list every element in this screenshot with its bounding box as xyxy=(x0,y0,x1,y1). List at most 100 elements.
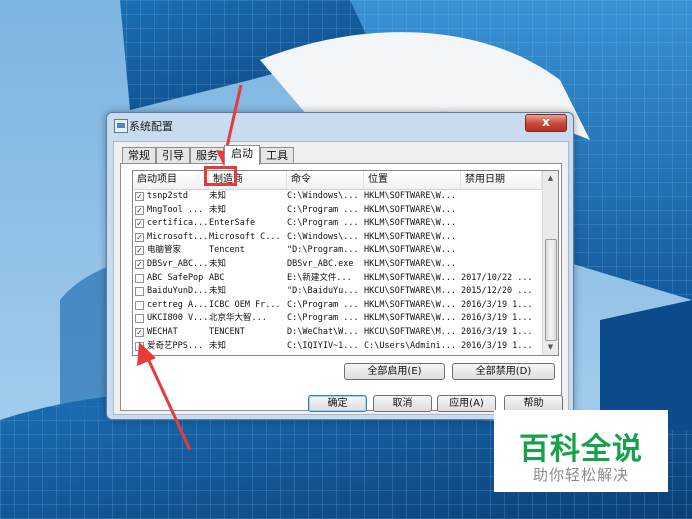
row-checkbox[interactable]: ✓ xyxy=(135,259,144,269)
tab-tools[interactable]: 工具 xyxy=(260,147,294,164)
cell-location: HKLM\SOFTWARE\W... xyxy=(364,191,457,201)
cell-date xyxy=(461,204,541,218)
cell-date: 2015/12/20 ... xyxy=(461,286,533,297)
tab-general[interactable]: 常规 xyxy=(122,147,156,164)
cell-date xyxy=(461,258,541,272)
cell-maker: TENCENT xyxy=(209,326,245,337)
cell-command: C:\Program ... xyxy=(287,313,359,324)
column-startup-item[interactable]: 启动项目 xyxy=(133,171,209,189)
row-checkbox[interactable]: ✓ xyxy=(135,246,144,256)
cell-date: 2016/3/19 1... xyxy=(461,340,533,351)
cell-command: C:\Windows\... xyxy=(287,231,359,242)
table-row[interactable]: ✓ DBSvr_ABC... 未知 DBSvr_ABC.exe HKLM\SOFTWAR… xyxy=(133,258,542,272)
cell-maker: Tencent xyxy=(209,245,245,256)
apply-button[interactable]: 应用(A) xyxy=(437,395,496,412)
cell-maker: 未知 xyxy=(209,340,227,351)
cell-location: C:\Users\Admini... xyxy=(364,340,457,351)
row-checkbox[interactable]: ✓ xyxy=(135,205,144,215)
cell-location: HKLM\SOFTWARE\W... xyxy=(364,258,457,269)
row-checkbox[interactable] xyxy=(135,314,144,324)
cell-command: DBSvr_ABC.exe xyxy=(287,258,354,269)
cell-maker: 未知 xyxy=(209,258,227,269)
system-config-window: 系统配置 x 常规 引导 服务 启动 工具 启动项目 制造商 命令 位置 禁用日… xyxy=(106,112,574,420)
cell-location: HKLM\SOFTWARE\W... xyxy=(364,231,457,242)
row-checkbox[interactable] xyxy=(135,300,144,310)
enable-all-button[interactable]: 全部启用(E) xyxy=(344,363,445,380)
cell-maker: EnterSafe xyxy=(209,218,256,229)
table-row[interactable]: UKCI800 V... 北京华大智... C:\Program ... HKLM\S… xyxy=(133,312,542,326)
column-location[interactable]: 位置 xyxy=(364,171,461,189)
window-icon xyxy=(114,119,128,133)
table-row[interactable]: ABC SafePop ABC E:\新建文件... HKLM\SOFTWARE\W.… xyxy=(133,272,542,286)
cell-command: "D:\Program... xyxy=(287,245,359,256)
ok-button[interactable]: 确定 xyxy=(308,395,367,412)
disable-all-button[interactable]: 全部禁用(D) xyxy=(452,363,555,380)
list-header: 启动项目 制造商 命令 位置 禁用日期 xyxy=(133,171,542,190)
dialog-client-area: 常规 引导 服务 启动 工具 启动项目 制造商 命令 位置 禁用日期 ✓ tsnp… xyxy=(113,141,569,415)
table-row[interactable]: BaiduYunD... 未知 "D:\BaiduYu... HKCU\SOFTWAR… xyxy=(133,285,542,299)
cell-date xyxy=(461,190,541,204)
scroll-thumb[interactable] xyxy=(545,239,557,341)
cell-maker: 北京华大智... xyxy=(209,313,267,324)
row-checkbox[interactable] xyxy=(135,341,144,351)
cell-location: HKLM\SOFTWARE\W... xyxy=(364,313,457,324)
cell-item: DBSvr_ABC... xyxy=(147,258,208,269)
cell-date xyxy=(461,244,541,258)
cell-command: E:\新建文件... xyxy=(287,272,352,283)
cell-item: BaiduYunD... xyxy=(147,286,208,297)
title-bar[interactable]: 系统配置 x xyxy=(107,113,573,137)
table-row[interactable]: 爱奇艺PPS... 未知 C:\IQIYIV~1... C:\Users\Admini… xyxy=(133,340,542,354)
column-disable-date[interactable]: 禁用日期 xyxy=(461,171,542,189)
vertical-scrollbar[interactable]: ▲ ▼ xyxy=(542,171,558,355)
tab-services[interactable]: 服务 xyxy=(190,147,224,164)
row-checkbox[interactable]: ✓ xyxy=(135,192,144,201)
cell-date: 2016/3/19 1... xyxy=(461,299,533,310)
tab-boot[interactable]: 引导 xyxy=(156,147,190,164)
column-command[interactable]: 命令 xyxy=(287,171,364,189)
cell-date: 2017/10/22 ... xyxy=(461,272,533,283)
cell-location: HKLM\SOFTWARE\W... xyxy=(364,204,457,215)
table-row[interactable]: ✓ tsnp2std 未知 C:\Windows\... HKLM\SOFTWARE\W… xyxy=(133,190,542,204)
cell-maker: 未知 xyxy=(209,204,227,215)
tab-startup[interactable]: 启动 xyxy=(224,145,260,165)
cell-location: HKLM\SOFTWARE\W... xyxy=(364,299,457,310)
cell-date xyxy=(461,231,541,245)
cell-command: C:\Program ... xyxy=(287,204,359,215)
cell-item: UKCI800 V... xyxy=(147,313,208,324)
startup-items-list[interactable]: 启动项目 制造商 命令 位置 禁用日期 ✓ tsnp2std 未知 C:\Window… xyxy=(132,170,559,356)
list-rows: ✓ tsnp2std 未知 C:\Windows\... HKLM\SOFTWARE\W… xyxy=(133,190,542,353)
cell-maker: 未知 xyxy=(209,286,227,297)
row-checkbox[interactable]: ✓ xyxy=(135,232,144,242)
cell-date: 2016/3/19 1... xyxy=(461,326,533,337)
cell-item: Microsoft... xyxy=(147,231,208,242)
cell-command: "D:\BaiduYu... xyxy=(287,286,359,297)
watermark-subtitle: 助你轻松解决 xyxy=(532,466,629,484)
table-row[interactable]: ✓ WECHAT TENCENT D:\WeChat\W... HKCU\SOFTWAR… xyxy=(133,326,542,340)
scroll-up-icon[interactable]: ▲ xyxy=(543,171,558,186)
cell-item: MngTool ... xyxy=(147,204,204,215)
cell-command: D:\WeChat\W... xyxy=(287,326,359,337)
cancel-button[interactable]: 取消 xyxy=(373,395,432,412)
cell-location: HKCU\SOFTWARE\M... xyxy=(364,286,457,297)
table-row[interactable]: ✓ Microsoft... Microsoft C... C:\Windows\..… xyxy=(133,231,542,245)
table-row[interactable]: ✓ MngTool ... 未知 C:\Program ... HKLM\SOFTWAR… xyxy=(133,204,542,218)
row-checkbox[interactable]: ✓ xyxy=(135,327,144,337)
cell-command: C:\IQIYIV~1... xyxy=(287,340,359,351)
cell-command: C:\Windows\... xyxy=(287,191,359,201)
close-button[interactable]: x xyxy=(525,114,567,132)
cell-item: 电脑管家 xyxy=(147,245,182,256)
cell-item: certreg A... xyxy=(147,299,208,310)
row-checkbox[interactable] xyxy=(135,273,144,283)
table-row[interactable]: ✓ certifica... EnterSafe C:\Program ... HKLM… xyxy=(133,217,542,231)
row-checkbox[interactable] xyxy=(135,287,144,297)
row-checkbox[interactable]: ✓ xyxy=(135,219,144,229)
table-row[interactable]: certreg A... ICBC OEM Fr... C:\Program ...… xyxy=(133,299,542,313)
cell-command: C:\Program ... xyxy=(287,218,359,229)
cell-item: certifica... xyxy=(147,218,208,229)
cell-command: C:\Program ... xyxy=(287,299,359,310)
cell-location: HKLM\SOFTWARE\W... xyxy=(364,272,457,283)
cell-maker: ABC xyxy=(209,272,225,283)
cell-maker: Microsoft C... xyxy=(209,231,281,242)
scroll-down-icon[interactable]: ▼ xyxy=(543,340,558,355)
table-row[interactable]: ✓ 电脑管家 Tencent "D:\Program... HKLM\SOFTWARE\… xyxy=(133,244,542,258)
